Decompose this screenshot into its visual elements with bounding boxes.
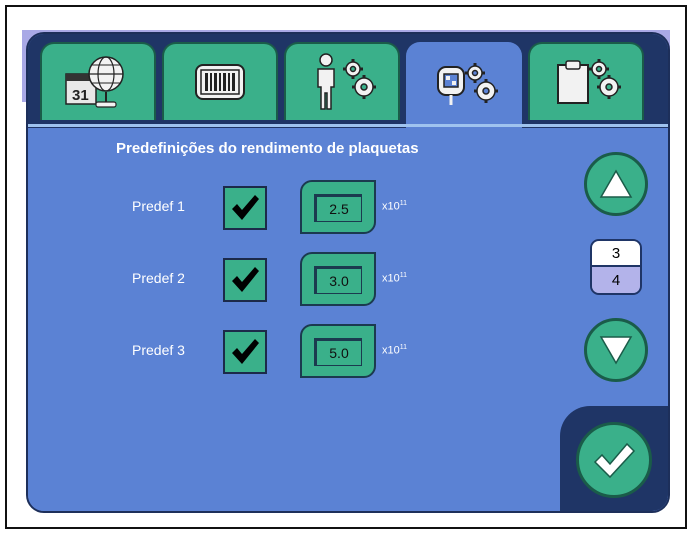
down-arrow-icon	[599, 336, 633, 365]
preset-3-value-button[interactable]: 5.0	[300, 324, 376, 378]
content-area: Predefinições do rendimento de plaquetas…	[28, 128, 668, 511]
preset-label: Predef 3	[132, 342, 185, 358]
tab-donor-settings[interactable]	[284, 42, 400, 120]
preset-row-2: Predef 2 3.0 x1011	[28, 252, 448, 308]
checkmark-icon	[232, 339, 259, 364]
confirm-button[interactable]	[576, 422, 652, 498]
tab-device-settings[interactable]	[406, 42, 522, 128]
tab-underline	[28, 124, 668, 127]
preset-label: Predef 2	[132, 270, 185, 286]
checkmark-icon	[593, 442, 636, 479]
preset-2-checkbox[interactable]	[223, 258, 267, 302]
up-arrow-icon	[599, 169, 633, 198]
checkmark-icon	[232, 195, 259, 220]
preset-value-field: 2.5	[314, 194, 362, 222]
preset-row-1: Predef 1 2.5 x1011	[28, 180, 448, 236]
current-page: 3	[592, 241, 640, 267]
tab-procedure-settings[interactable]	[528, 42, 644, 120]
preset-2-value-button[interactable]: 3.0	[300, 252, 376, 306]
preset-1-value-button[interactable]: 2.5	[300, 180, 376, 234]
preset-value-field: 5.0	[314, 338, 362, 366]
barcode-icon	[195, 64, 245, 100]
page-down-button[interactable]	[584, 318, 648, 382]
tab-bar: 31	[28, 34, 668, 128]
page-indicator: 3 4	[590, 239, 642, 295]
svg-text:31: 31	[72, 87, 89, 104]
preset-1-checkbox[interactable]	[223, 186, 267, 230]
main-panel: 31 Predefinições do rendimento de plaque…	[26, 32, 670, 513]
total-pages: 4	[592, 267, 640, 293]
tab-barcode[interactable]	[162, 42, 278, 120]
preset-label: Predef 1	[132, 198, 185, 214]
preset-row-3: Predef 3 5.0 x1011	[28, 324, 448, 380]
preset-3-checkbox[interactable]	[223, 330, 267, 374]
calendar-globe-icon: 31	[65, 56, 124, 108]
unit-label: x1011	[382, 272, 408, 285]
page-up-button[interactable]	[584, 152, 648, 216]
checkmark-icon	[232, 267, 259, 292]
clipboard-gears-icon	[557, 59, 621, 104]
unit-label: x1011	[382, 200, 408, 213]
page-title: Predefinições do rendimento de plaquetas	[116, 140, 419, 157]
device-gears-icon	[437, 63, 498, 105]
preset-value-field: 3.0	[314, 266, 362, 294]
unit-label: x1011	[382, 344, 408, 357]
person-gears-icon	[317, 53, 376, 110]
tab-date-language[interactable]: 31	[40, 42, 156, 120]
